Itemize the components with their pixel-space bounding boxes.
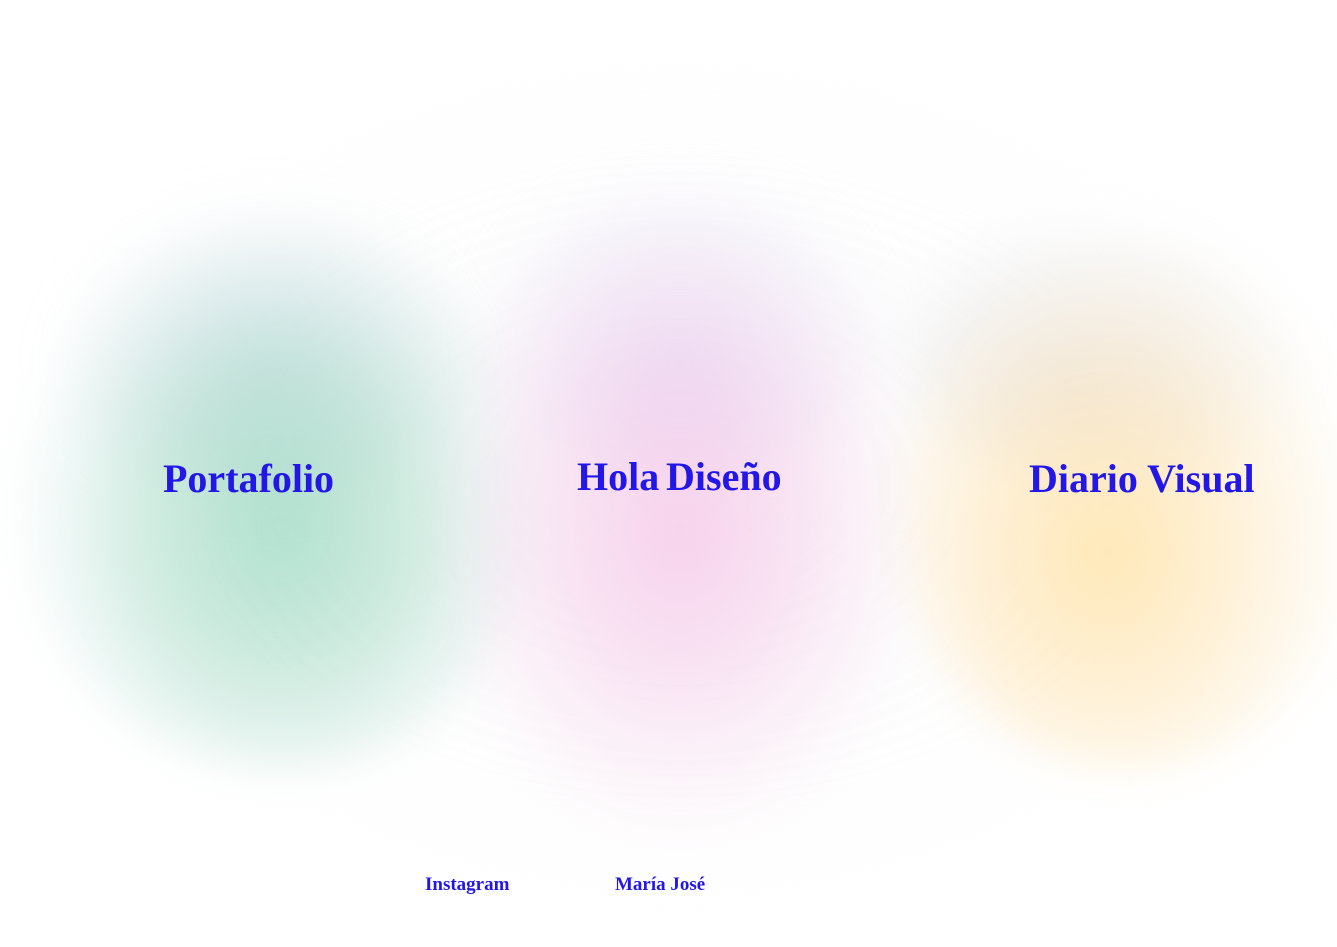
footer-link-author[interactable]: María José <box>615 875 705 894</box>
nav-link-diario-visual[interactable]: Diario Visual <box>1029 459 1255 499</box>
blue-gradient-blob <box>60 200 480 500</box>
nav-link-diseno[interactable]: Diseño <box>666 457 782 497</box>
pink-gradient-blob <box>440 220 920 840</box>
lavender-gradient-blob <box>470 170 890 470</box>
nav-link-portafolio[interactable]: Portafolio <box>163 459 334 499</box>
yellow-gradient-blob <box>900 250 1337 770</box>
grey-gradient-blob <box>900 220 1300 480</box>
page: Portafolio Hola Diseño Diario Visual Ins… <box>0 0 1337 947</box>
footer-link-instagram[interactable]: Instagram <box>425 875 509 894</box>
nav-link-hola[interactable]: Hola <box>577 457 659 497</box>
